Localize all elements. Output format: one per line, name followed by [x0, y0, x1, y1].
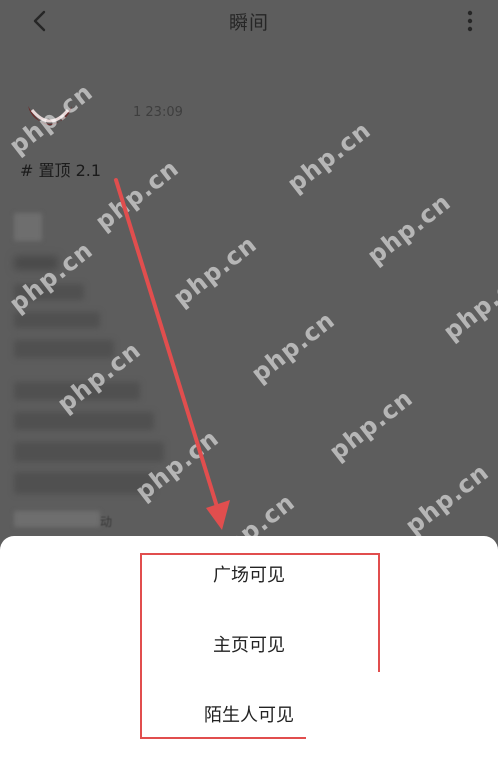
watermark: php.cn [4, 235, 99, 319]
blurred-text-line [14, 511, 100, 527]
top-bar: 瞬间 [0, 0, 498, 42]
watermark: php.cn [438, 263, 498, 347]
blurred-text-line [14, 412, 154, 430]
visibility-sheet: 广场可见 主页可见 陌生人可见 [0, 536, 498, 762]
option-homepage-visible[interactable]: 主页可见 [0, 622, 498, 666]
chevron-left-icon [33, 10, 46, 32]
watermark: php.cn [282, 115, 377, 199]
post-timestamp: 1 23:09 [133, 105, 183, 120]
more-button[interactable] [458, 6, 482, 36]
option-square-visible[interactable]: 广场可见 [0, 552, 498, 596]
watermark: php.cn [4, 77, 99, 161]
option-stranger-visible[interactable]: 陌生人可见 [0, 692, 498, 736]
page-title: 瞬间 [228, 11, 269, 34]
post-tail-text: 动 [100, 515, 113, 529]
vertical-ellipsis-icon [467, 10, 473, 32]
watermark: php.cn [246, 305, 341, 389]
watermark: php.cn [400, 457, 495, 541]
watermark: php.cn [90, 153, 185, 237]
back-button[interactable] [24, 6, 54, 36]
blurred-avatar [14, 213, 42, 241]
blurred-text-line [14, 312, 100, 328]
blurred-text-line [14, 340, 114, 358]
watermark: php.cn [362, 187, 457, 271]
watermark: php.cn [130, 423, 225, 507]
watermark: php.cn [168, 229, 263, 313]
topic-tag[interactable]: # 置顶 2.1 [20, 157, 101, 181]
watermark: php.cn [324, 383, 419, 467]
blurred-text-line [14, 442, 164, 462]
